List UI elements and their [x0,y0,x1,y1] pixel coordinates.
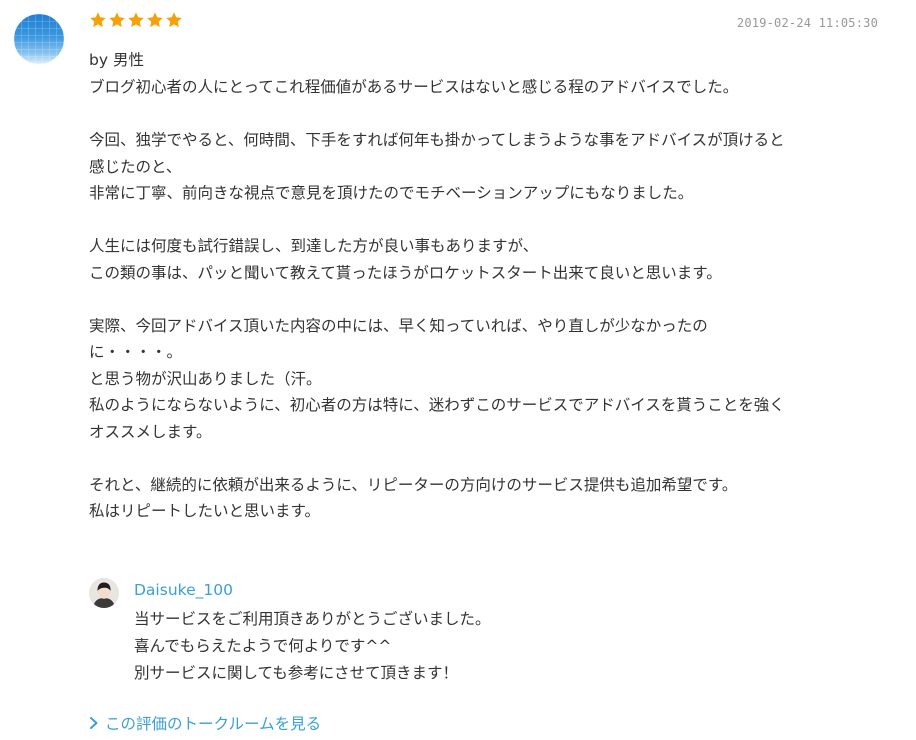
chevron-right-icon [90,717,98,729]
reviewer-avatar [14,14,64,64]
seller-avatar[interactable] [89,578,119,608]
star-icon [147,12,163,28]
seller-reply-text: 当サービスをご利用頂きありがとうございました。 喜んでもらえたようで何よりです^… [134,610,491,682]
talkroom-link-label[interactable]: この評価のトークルームを見る [105,712,321,734]
star-icon [109,12,125,28]
star-icon [90,12,106,28]
review-timestamp: 2019-02-24 11:05:30 [736,16,878,30]
review-text: ブログ初心者の人にとってこれ程価値があるサービスはないと感じる程のアドバイスでし… [89,78,785,520]
talkroom-link[interactable]: この評価のトークルームを見る [89,712,321,734]
review-author: by 男性 [89,51,144,69]
star-icon [166,12,182,28]
star-icon [128,12,144,28]
seller-portrait-icon [89,578,119,608]
star-rating [89,11,183,29]
seller-name[interactable]: Daisuke_100 [134,581,233,599]
